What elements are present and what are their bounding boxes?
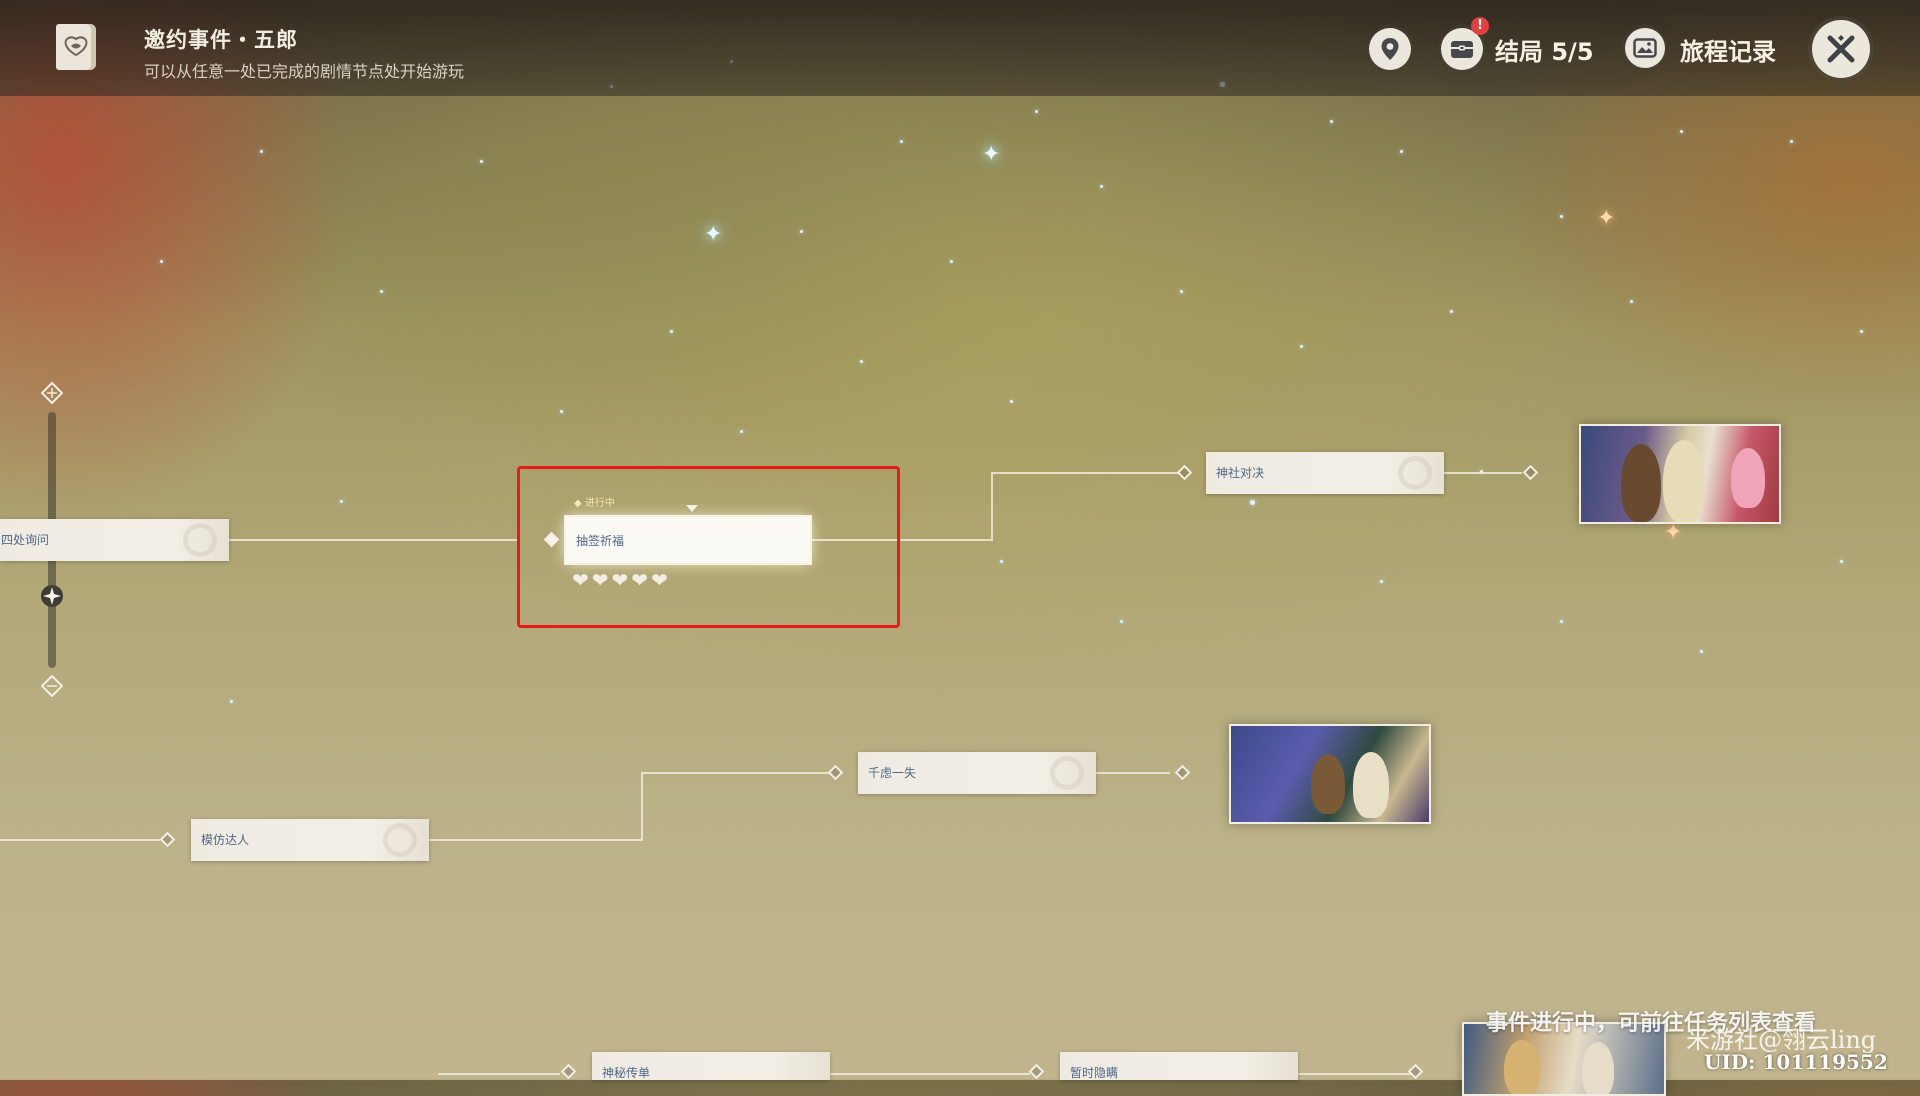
story-node-imitation[interactable]: 模仿达人 [191,819,429,861]
alert-badge: ! [1471,17,1489,35]
scroll-up-icon[interactable] [41,382,63,404]
story-node-mystery-flyer[interactable]: 神秘传单 [592,1052,830,1080]
map-pin-icon [1381,38,1399,60]
story-node-hide[interactable]: 暂时隐瞒 [1060,1052,1298,1080]
swirl-pattern-icon [183,523,217,557]
story-node-label: 四处询问 [1,533,50,547]
story-node-label: 神秘传单 [602,1066,651,1080]
close-button[interactable] [1812,20,1870,78]
story-node-label: 千虑一失 [868,766,917,780]
swirl-pattern-icon [1398,456,1432,490]
map-button[interactable] [1369,28,1411,70]
endings-count[interactable]: 结局 5/5 [1495,32,1594,67]
page-title: 邀约事件・五郎 [144,28,298,52]
journey-record-button[interactable] [1625,28,1665,68]
story-node-shrine-duel[interactable]: 神社对决 [1206,452,1444,494]
story-path-lines [0,472,1522,1075]
ending-card-slip[interactable] [1229,724,1431,824]
ending-card-shrine-duel[interactable] [1579,424,1781,524]
story-node-label: 神社对决 [1216,466,1265,480]
close-icon [1827,35,1855,63]
photo-icon [1633,38,1657,58]
scroll-down-icon[interactable] [41,675,63,697]
swirl-pattern-icon [1050,756,1084,790]
story-node-slip[interactable]: 千虑一失 [858,752,1096,794]
player-uid: UID: 101119552 [1704,1050,1888,1074]
story-node-ask-around[interactable]: 四处询问 [0,519,229,561]
story-node-label: 暂时隐瞒 [1070,1066,1119,1080]
highlight-annotation-box [517,466,900,628]
top-bar: 邀约事件・五郎 可以从任意一处已完成的剧情节点处开始游玩 ! 结局 5/5 旅程… [0,0,1920,96]
story-node-label: 模仿达人 [201,833,250,847]
ending-chest-icon [1451,41,1473,58]
swirl-pattern-icon [383,823,417,857]
book-icon [56,24,96,70]
scroll-thumb-icon[interactable] [40,584,64,608]
page-subtitle: 可以从任意一处已完成的剧情节点处开始游玩 [144,62,465,81]
journey-record-label[interactable]: 旅程记录 [1680,32,1776,67]
